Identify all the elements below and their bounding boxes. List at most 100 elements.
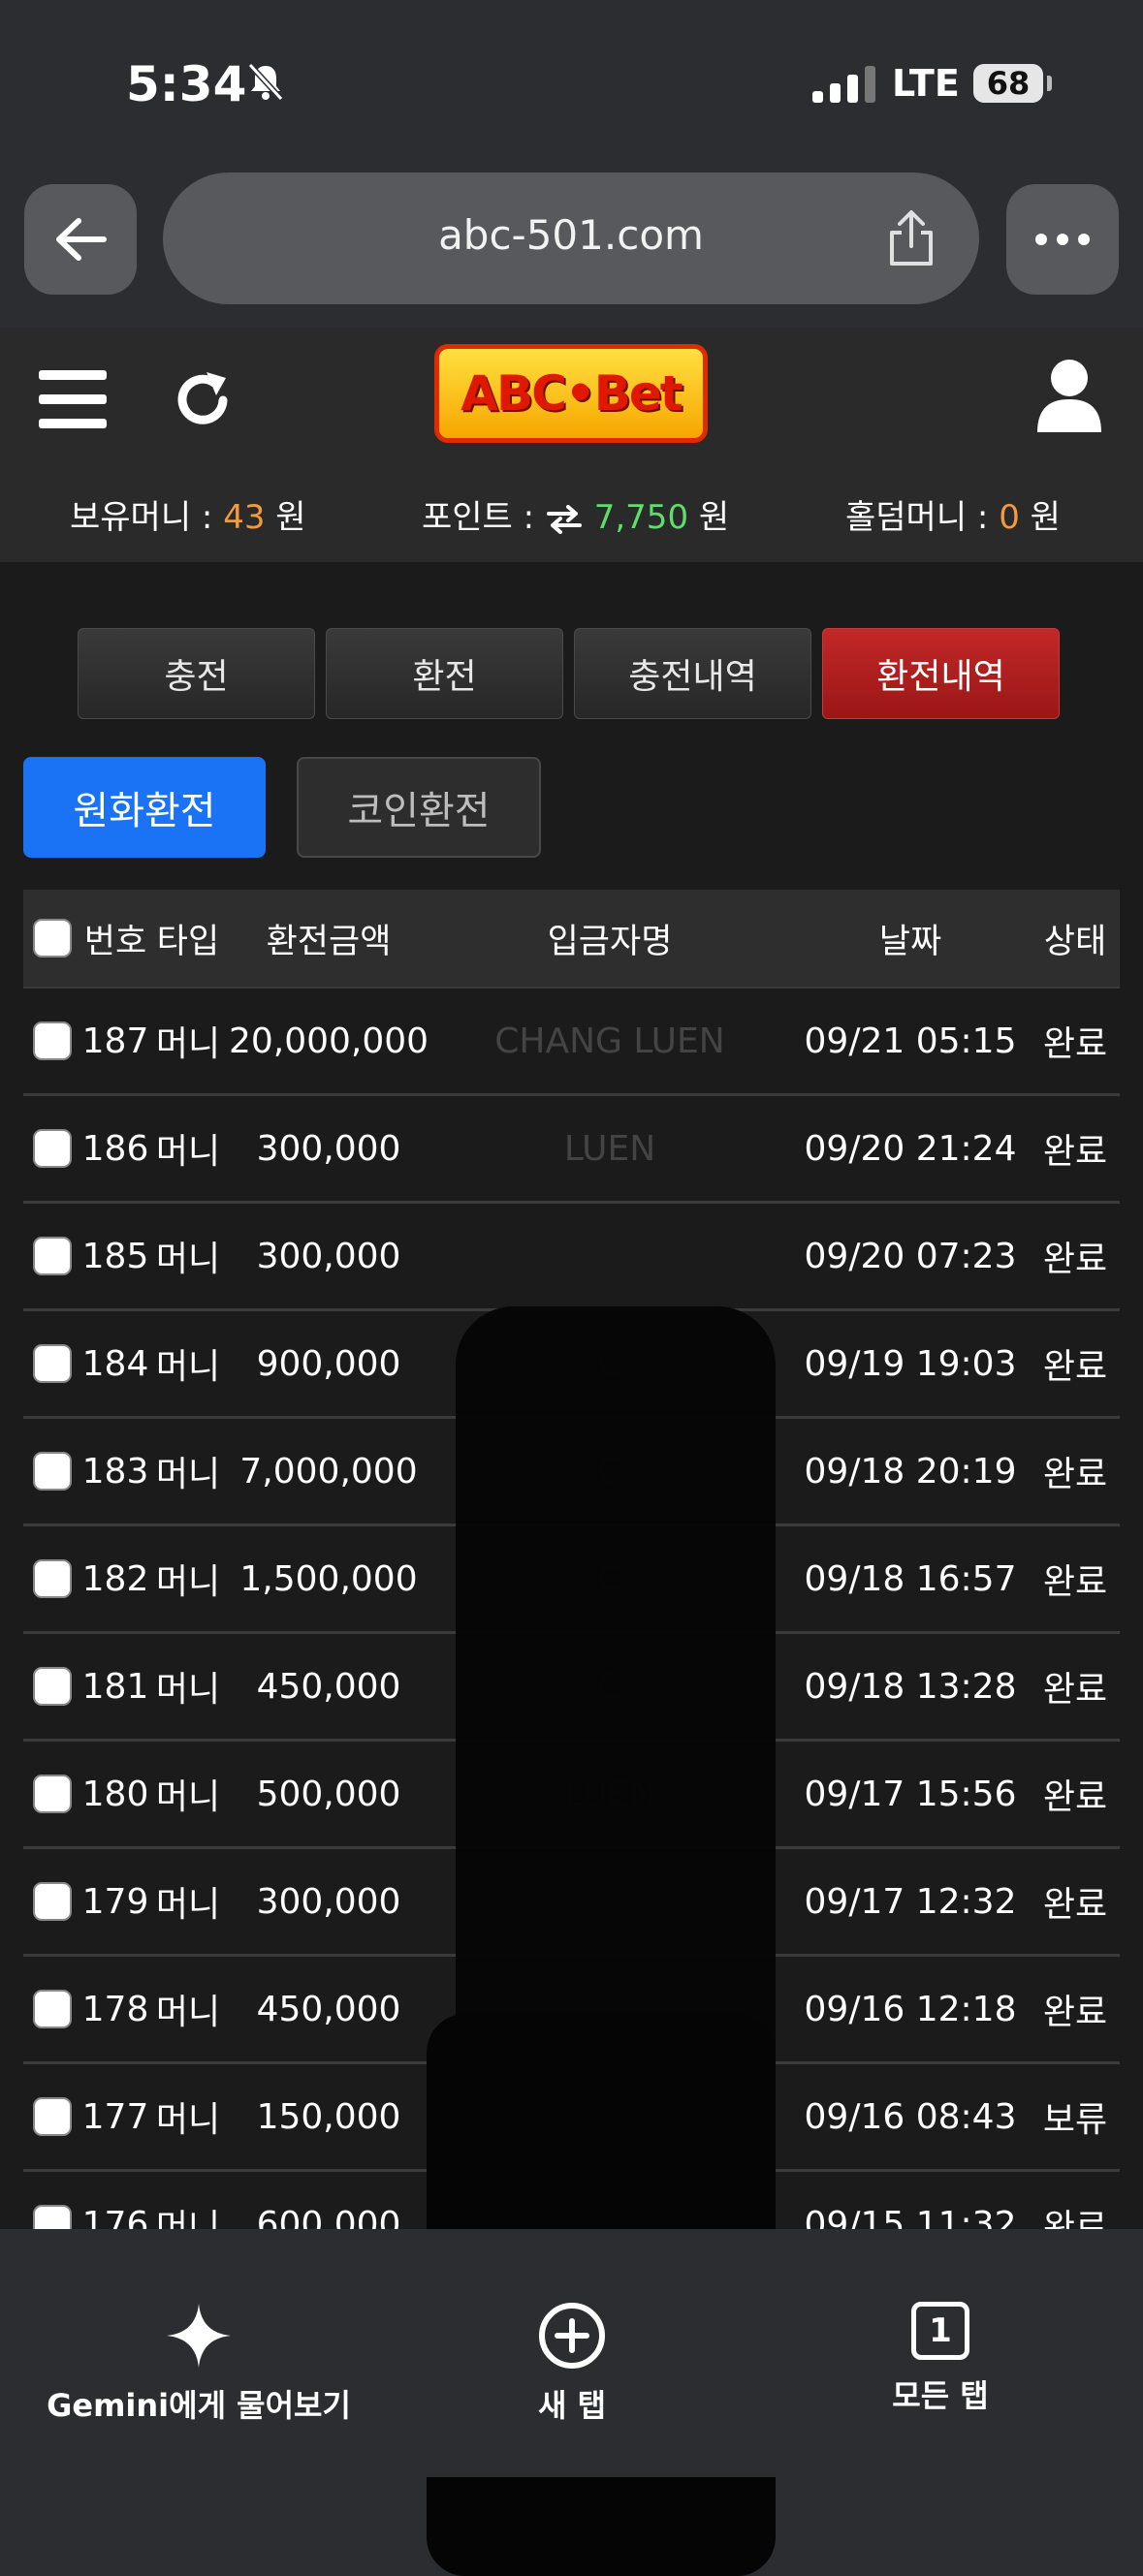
row-checkbox[interactable] [33,1129,72,1168]
cell-type: 머니 [155,1670,221,1710]
cell-number: 186 [81,1128,149,1169]
cell-date: 09/20 07:23 [804,1236,1017,1276]
cell-amount: 300,000 [256,1881,401,1922]
cell-status: 완료 [1042,1024,1108,1064]
cell-date: 09/18 16:57 [804,1558,1017,1599]
all-tabs-label: 모든 탭 [892,2377,989,2414]
cell-date: 09/17 12:32 [804,1881,1017,1922]
checkbox-cell [23,1344,81,1383]
checkbox-cell [23,2097,81,2136]
header-type: 타입 [156,922,220,961]
cell-amount: 300,000 [256,1128,401,1169]
cell-number: 181 [81,1666,149,1707]
cell-status: 완료 [1042,1240,1108,1279]
header-amount: 환전금액 [266,922,392,961]
cell-date: 09/17 15:56 [804,1774,1017,1814]
header-number: 번호 [83,922,147,961]
cell-type: 머니 [155,1132,221,1172]
cell-amount: 500,000 [256,1774,401,1814]
status-time: 5:34 [126,56,247,112]
cell-status: 보류 [1042,2100,1108,2140]
table-row[interactable]: 187 머니 20,000,000 CHANG LUEN 09/21 05:15 완료 [23,989,1120,1096]
cell-number: 187 [81,1021,149,1061]
point-unit: 원 [698,498,730,537]
point-balance: 포인트 : 7,750 원 [422,490,729,538]
table-row[interactable]: 185 머니 300,000 09/20 07:23 완료 [23,1204,1120,1311]
cell-date: 09/20 21:24 [804,1128,1017,1169]
money-value: 43 [223,498,266,537]
row-checkbox[interactable] [33,1667,72,1706]
row-checkbox[interactable] [33,1559,72,1598]
money-unit: 원 [275,498,306,537]
table-header: 번호 타입 환전금액 입금자명 날짜 상태 [23,890,1120,989]
cell-number: 184 [81,1343,149,1384]
tab-charge[interactable]: 충전 [78,628,315,719]
refresh-icon[interactable] [170,366,238,434]
cell-type: 머니 [155,1777,221,1817]
exchange-icon[interactable] [545,504,584,534]
status-bar: 5:34 LTE 68 [0,0,1143,165]
cell-date: 09/21 05:15 [804,1021,1017,1061]
site-logo[interactable]: ABC•Bet [434,344,708,443]
row-checkbox[interactable] [33,2097,72,2136]
new-tab-label: 새 탭 [537,2387,607,2424]
share-icon[interactable] [882,207,940,269]
tab-krw-exchange[interactable]: 원화환전 [23,757,266,858]
site-header: ABC•Bet 보유머니 : 43 원 포인트 : 7,750 원 홀덤머니 : [0,328,1143,562]
checkbox-cell [23,1775,81,1813]
cell-number: 179 [81,1881,149,1922]
table-row[interactable]: 186 머니 300,000 LUEN 09/20 21:24 완료 [23,1096,1120,1204]
cell-type: 머니 [155,1885,221,1925]
cell-status: 완료 [1042,1455,1108,1494]
url-bar[interactable]: abc-501.com [163,173,979,304]
more-dot [1057,234,1068,245]
cell-number: 180 [81,1774,149,1814]
row-checkbox[interactable] [33,1775,72,1813]
row-checkbox[interactable] [33,1882,72,1921]
battery-icon: 68 [973,64,1043,103]
back-button[interactable] [24,184,137,295]
cell-amount: 7,000,000 [239,1451,418,1492]
tab-exchange-history[interactable]: 환전내역 [822,628,1060,719]
cell-depositor: LUEN [563,1128,656,1169]
tab-charge-history[interactable]: 충전내역 [574,628,811,719]
cell-amount: 900,000 [256,1343,401,1384]
battery-tip [1047,76,1052,91]
tab-coin-exchange[interactable]: 코인환전 [297,757,541,858]
holdem-label: 홀덤머니 : [845,498,989,537]
cell-amount: 450,000 [256,1666,401,1707]
cell-number: 185 [81,1236,149,1276]
user-icon[interactable] [1035,357,1103,434]
select-all-checkbox[interactable] [33,919,72,958]
cell-type: 머니 [155,1024,221,1064]
cell-type: 머니 [155,1993,221,2032]
cell-amount: 450,000 [256,1989,401,2029]
row-checkbox[interactable] [33,1990,72,2028]
all-tabs-button[interactable]: 1 모든 탭 [873,2302,1008,2416]
new-tab-button[interactable]: 새 탭 [504,2302,640,2426]
signal-icon [812,64,875,103]
hamburger-menu-icon[interactable] [39,370,107,430]
more-menu-button[interactable] [1006,184,1119,295]
cell-date: 09/16 08:43 [804,2096,1017,2137]
row-checkbox[interactable] [33,1021,72,1060]
row-checkbox[interactable] [33,1237,72,1275]
cell-type: 머니 [155,1562,221,1602]
row-checkbox[interactable] [33,1344,72,1383]
tab-exchange[interactable]: 환전 [326,628,563,719]
checkbox-cell [23,1237,81,1275]
browser-bottom-bar: Gemini에게 물어보기 새 탭 1 모든 탭 [0,2229,1143,2477]
more-dot [1078,234,1090,245]
holdem-value: 0 [999,498,1020,537]
sub-tabs: 원화환전 코인환전 [23,757,541,858]
cell-status: 완료 [1042,1885,1108,1925]
checkbox-cell [23,1021,81,1060]
point-value: 7,750 [593,498,689,537]
cell-amount: 300,000 [256,1236,401,1276]
cell-type: 머니 [155,1455,221,1494]
cell-status: 완료 [1042,1777,1108,1817]
cell-amount: 20,000,000 [228,1021,429,1061]
cell-depositor: CHANG LUEN [494,1021,725,1061]
row-checkbox[interactable] [33,1452,72,1491]
gemini-button[interactable]: Gemini에게 물어보기 [39,2302,359,2426]
